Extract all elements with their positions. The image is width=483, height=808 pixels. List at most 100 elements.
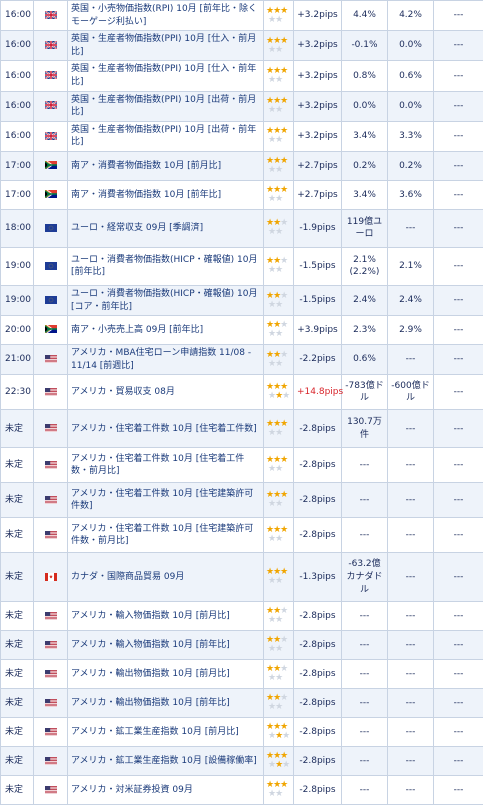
previous-value: -63.2億カナダドル xyxy=(341,552,388,603)
country-flag-icon xyxy=(33,344,68,376)
previous-value: 0.2% xyxy=(341,150,388,181)
event-name[interactable]: 英国・生産者物価指数(PPI) 10月 [仕入・前年比] xyxy=(67,60,264,92)
previous-value: --- xyxy=(341,447,388,484)
event-name[interactable]: ユーロ・消費者物価指数(HICP・確報値) 10月 [コア・前年比] xyxy=(67,284,264,317)
previous-value: --- xyxy=(341,630,388,661)
pips-change: -2.8pips xyxy=(293,659,342,690)
event-time: 19:00 xyxy=(0,246,34,286)
event-name[interactable]: アメリカ・住宅着工件数 10月 [住宅着工件数・前月比] xyxy=(67,447,264,484)
event-name[interactable]: アメリカ・住宅着工件数 10月 [住宅建築許可件数] xyxy=(67,482,264,519)
event-name[interactable]: アメリカ・住宅着工件数 10月 [住宅建築許可件数・前月比] xyxy=(67,517,264,554)
event-time: 19:00 xyxy=(0,284,34,317)
importance-stars-icon: ★★★ ★★ xyxy=(263,315,294,346)
event-link[interactable]: アメリカ・住宅着工件数 10月 [住宅着工件数] xyxy=(71,424,257,434)
pips-change: -1.5pips xyxy=(293,284,342,317)
event-time: 未定 xyxy=(0,630,34,661)
event-link[interactable]: 英国・小売物価指数(RPI) 10月 [前年比・除くモーゲージ利払い] xyxy=(71,4,257,27)
event-name[interactable]: アメリカ・輸出物価指数 10月 [前月比] xyxy=(67,659,264,690)
importance-stars-icon: ★★★ ★★ xyxy=(263,0,294,32)
event-name[interactable]: アメリカ・MBA住宅ローン申請指数 11/08 - 11/14 [前週比] xyxy=(67,344,264,376)
event-link[interactable]: 英国・生産者物価指数(PPI) 10月 [出荷・前月比] xyxy=(71,95,256,118)
forecast-value: 0.0% xyxy=(387,90,434,122)
event-link[interactable]: アメリカ・住宅着工件数 10月 [住宅建築許可件数・前月比] xyxy=(71,524,253,547)
event-link[interactable]: アメリカ・MBA住宅ローン申請指数 11/08 - 11/14 [前週比] xyxy=(71,348,251,371)
previous-value: --- xyxy=(341,688,388,719)
event-link[interactable]: 南ア・消費者物価指数 10月 [前年比] xyxy=(71,190,221,200)
country-flag-icon xyxy=(33,246,68,286)
country-flag-icon xyxy=(33,284,68,317)
pips-change: +14.8pips xyxy=(293,374,343,411)
event-link[interactable]: 英国・生産者物価指数(PPI) 10月 [出荷・前年比] xyxy=(71,125,256,148)
table-row: 未定 アメリカ・住宅着工件数 10月 [住宅建築許可件数・前月比] ★★★ ★★ -2.… xyxy=(0,517,483,554)
event-link[interactable]: カナダ・国際商品貿易 09月 xyxy=(71,572,184,582)
pips-change: +3.2pips xyxy=(293,90,342,122)
forecast-value: --- xyxy=(387,688,434,719)
pips-change: -2.8pips xyxy=(293,482,342,519)
table-row: 16:00 英国・生産者物価指数(PPI) 10月 [出荷・前年比] ★★★ ★★ +3… xyxy=(0,120,483,152)
pips-change: -1.5pips xyxy=(293,246,342,286)
event-link[interactable]: 英国・生産者物価指数(PPI) 10月 [仕入・前年比] xyxy=(71,64,256,87)
event-name[interactable]: アメリカ・対米証券投資 09月 xyxy=(67,775,264,806)
event-time: 未定 xyxy=(0,601,34,632)
importance-stars-icon: ★★★ ★★ xyxy=(263,179,294,210)
event-name[interactable]: 英国・生産者物価指数(PPI) 10月 [出荷・前年比] xyxy=(67,120,264,152)
event-link[interactable]: アメリカ・貿易収支 08月 xyxy=(71,387,175,397)
pips-change: +2.7pips xyxy=(293,179,342,210)
country-flag-icon xyxy=(33,630,68,661)
table-row: 未定 アメリカ・輸出物価指数 10月 [前年比] ★★★ ★★ -2.8pips --- -… xyxy=(0,688,483,719)
event-time: 20:00 xyxy=(0,315,34,346)
importance-stars-icon: ★★★ ★★ xyxy=(263,630,294,661)
table-row: 未定 アメリカ・住宅着工件数 10月 [住宅着工件数] ★★★ ★★ -2.8pips 1… xyxy=(0,409,483,449)
previous-value: -0.1% xyxy=(341,30,388,62)
event-name[interactable]: ユーロ・経常収支 09月 [季調済] xyxy=(67,208,264,248)
event-name[interactable]: カナダ・国際商品貿易 09月 xyxy=(67,552,264,603)
event-link[interactable]: アメリカ・輸出物価指数 10月 [前月比] xyxy=(71,669,230,679)
event-link[interactable]: アメリカ・鉱工業生産指数 10月 [前月比] xyxy=(71,727,239,737)
event-link[interactable]: アメリカ・対米証券投資 09月 xyxy=(71,785,193,795)
event-link[interactable]: アメリカ・輸入物価指数 10月 [前年比] xyxy=(71,640,230,650)
event-name[interactable]: アメリカ・輸入物価指数 10月 [前月比] xyxy=(67,601,264,632)
importance-stars-icon: ★★★ ★★ xyxy=(263,447,294,484)
event-name[interactable]: 南ア・消費者物価指数 10月 [前月比] xyxy=(67,150,264,181)
event-name[interactable]: アメリカ・鉱工業生産指数 10月 [前月比] xyxy=(67,717,264,748)
event-name[interactable]: 英国・生産者物価指数(PPI) 10月 [仕入・前月比] xyxy=(67,30,264,62)
forecast-value: --- xyxy=(387,409,434,449)
event-name[interactable]: 英国・小売物価指数(RPI) 10月 [前年比・除くモーゲージ利払い] xyxy=(67,0,264,32)
event-name[interactable]: ユーロ・消費者物価指数(HICP・確報値) 10月 [前年比] xyxy=(67,246,264,286)
event-link[interactable]: 南ア・小売売上高 09月 [前年比] xyxy=(71,325,203,335)
event-name[interactable]: アメリカ・輸入物価指数 10月 [前年比] xyxy=(67,630,264,661)
forecast-value: --- xyxy=(387,552,434,603)
event-link[interactable]: ユーロ・消費者物価指数(HICP・確報値) 10月 [コア・前年比] xyxy=(71,289,257,312)
event-link[interactable]: アメリカ・鉱工業生産指数 10月 [設備稼働率] xyxy=(71,756,257,766)
economic-calendar-table: 16:00 英国・小売物価指数(RPI) 10月 [前年比・除くモーゲージ利払い]… xyxy=(0,0,483,806)
event-name[interactable]: アメリカ・貿易収支 08月 xyxy=(67,374,264,411)
pips-change: +3.2pips xyxy=(293,120,342,152)
event-name[interactable]: 南ア・消費者物価指数 10月 [前年比] xyxy=(67,179,264,210)
event-name[interactable]: 英国・生産者物価指数(PPI) 10月 [出荷・前月比] xyxy=(67,90,264,122)
event-name[interactable]: アメリカ・輸出物価指数 10月 [前年比] xyxy=(67,688,264,719)
importance-stars-icon: ★★★ ★★ xyxy=(263,409,294,449)
event-link[interactable]: ユーロ・経常収支 09月 [季調済] xyxy=(71,223,203,233)
event-link[interactable]: アメリカ・住宅着工件数 10月 [住宅建築許可件数] xyxy=(71,489,253,512)
event-link[interactable]: ユーロ・消費者物価指数(HICP・確報値) 10月 [前年比] xyxy=(71,255,257,278)
country-flag-icon xyxy=(33,775,68,806)
event-link[interactable]: アメリカ・住宅着工件数 10月 [住宅着工件数・前月比] xyxy=(71,454,244,477)
importance-stars-icon: ★★★ ★★★ xyxy=(263,717,294,748)
event-name[interactable]: 南ア・小売売上高 09月 [前年比] xyxy=(67,315,264,346)
importance-stars-icon: ★★★ ★★★ xyxy=(263,374,294,411)
previous-value: 0.8% xyxy=(341,60,388,92)
event-link[interactable]: アメリカ・輸入物価指数 10月 [前月比] xyxy=(71,611,230,621)
forecast-value: 3.6% xyxy=(387,179,434,210)
event-name[interactable]: アメリカ・鉱工業生産指数 10月 [設備稼働率] xyxy=(67,746,264,777)
pips-change: +2.7pips xyxy=(293,150,342,181)
event-link[interactable]: アメリカ・輸出物価指数 10月 [前年比] xyxy=(71,698,230,708)
event-name[interactable]: アメリカ・住宅着工件数 10月 [住宅着工件数] xyxy=(67,409,264,449)
actual-value: --- xyxy=(433,775,483,806)
actual-value: --- xyxy=(433,517,483,554)
event-link[interactable]: 英国・生産者物価指数(PPI) 10月 [仕入・前月比] xyxy=(71,34,256,57)
importance-stars-icon: ★★★ ★★ xyxy=(263,60,294,92)
table-row: 16:00 英国・生産者物価指数(PPI) 10月 [出荷・前月比] ★★★ ★★ +3… xyxy=(0,90,483,122)
event-time: 未定 xyxy=(0,447,34,484)
event-link[interactable]: 南ア・消費者物価指数 10月 [前月比] xyxy=(71,161,221,171)
table-row: 未定 アメリカ・住宅着工件数 10月 [住宅建築許可件数] ★★★ ★★ -2.8pip… xyxy=(0,482,483,519)
